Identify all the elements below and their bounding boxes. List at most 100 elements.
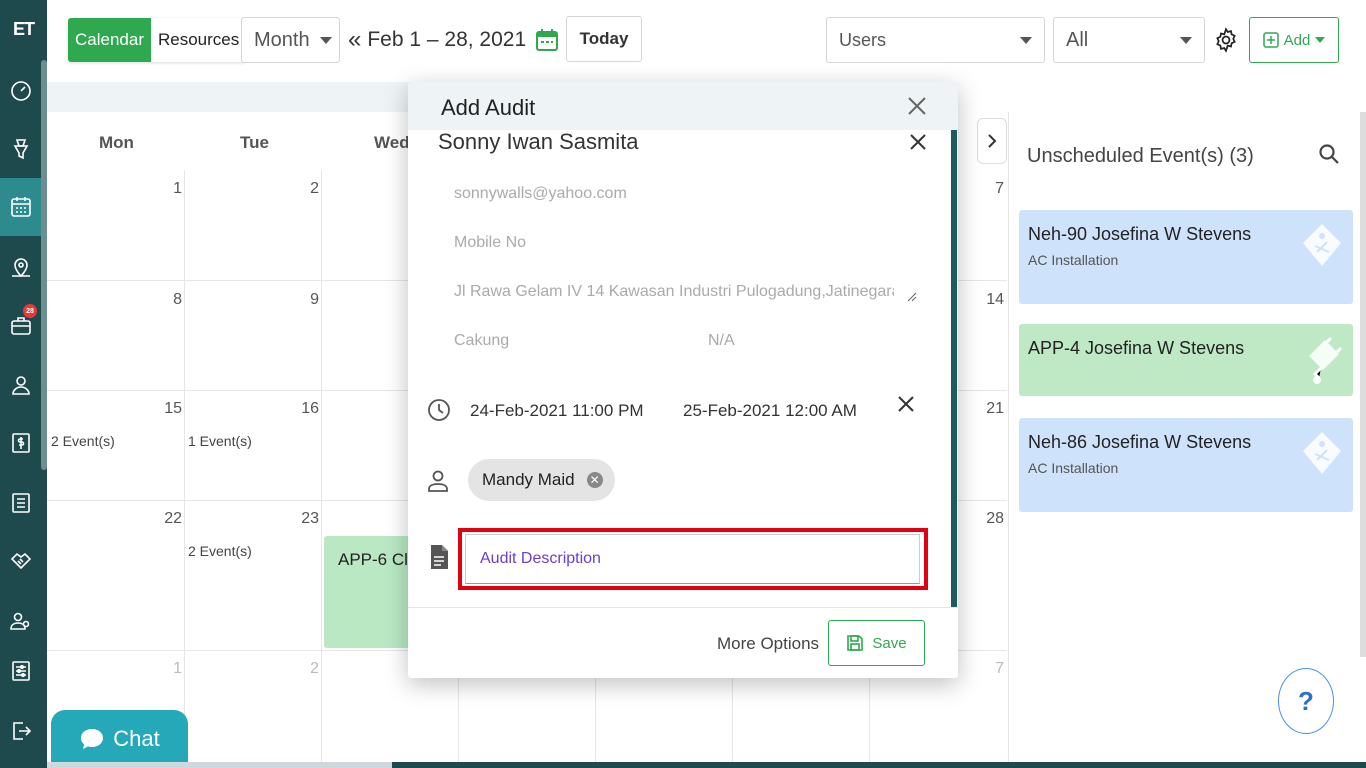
handshake-icon	[10, 552, 31, 570]
tag-icon	[1303, 224, 1341, 266]
horizontal-scrollbar-track	[47, 762, 392, 768]
save-button[interactable]: Save	[828, 620, 925, 666]
users-icon	[9, 612, 29, 630]
day-cell-number[interactable]: 8	[142, 291, 182, 309]
unscheduled-title: Unscheduled Event(s) (3)	[1027, 145, 1254, 167]
day-header-wed: Wed	[374, 133, 410, 152]
day-cell-number[interactable]: 21	[964, 400, 1004, 418]
card-title: APP-4 Josefina W Stevens	[1028, 338, 1245, 358]
user-icon	[11, 376, 30, 395]
remove-assignee-icon[interactable]: ✕	[586, 472, 603, 488]
day-cell-number[interactable]: 14	[964, 291, 1004, 309]
calendar-event[interactable]: APP-6 Cla	[324, 536, 414, 648]
list-icon	[11, 493, 30, 513]
chevron-right-icon	[988, 134, 997, 148]
app-logo[interactable]: ET	[0, 0, 47, 58]
day-cell-number[interactable]: 7	[964, 180, 1004, 198]
view-select[interactable]: Month	[241, 17, 340, 63]
day-cell-number[interactable]: 15	[142, 400, 182, 418]
day-cell-number[interactable]: 7	[964, 660, 1004, 678]
settings-nav[interactable]	[0, 642, 41, 700]
card-title: Neh-86 Josefina W Stevens	[1028, 432, 1252, 452]
audit-description-input[interactable]	[465, 534, 920, 584]
day-cell-number[interactable]: 9	[279, 291, 319, 309]
collapse-panel-button[interactable]	[977, 118, 1007, 164]
view-select-value: Month	[254, 28, 310, 51]
partners-nav[interactable]	[0, 532, 41, 590]
day-cell-number[interactable]: 2	[279, 180, 319, 198]
map-nav[interactable]	[0, 238, 41, 296]
users-select-value: Users	[839, 29, 887, 50]
date-range-label: Feb 1 – 28, 2021	[367, 28, 527, 51]
modal-scrollbar[interactable]	[951, 130, 957, 608]
add-button[interactable]: Add	[1249, 17, 1339, 63]
day-header-mon: Mon	[99, 133, 134, 152]
grid-divider	[321, 170, 322, 768]
unscheduled-card[interactable]: APP-4 Josefina W Stevens	[1019, 324, 1353, 396]
customer-email[interactable]: sonnywalls@yahoo.com	[454, 185, 627, 203]
plug-icon	[1309, 336, 1343, 384]
funnel-icon	[13, 139, 28, 160]
users-select[interactable]: Users	[826, 17, 1045, 63]
customers-nav[interactable]	[0, 356, 41, 414]
clear-datetime-icon[interactable]	[896, 394, 916, 414]
day-cell-number[interactable]: 2	[279, 660, 319, 678]
view-tabs: Calendar Resources	[68, 18, 247, 62]
day-cell-number[interactable]: 1	[142, 660, 182, 678]
start-datetime[interactable]: 24-Feb-2021 11:00 PM	[470, 401, 644, 421]
document-icon	[431, 545, 448, 569]
calendar-nav[interactable]	[0, 178, 41, 236]
dashboard-nav[interactable]	[0, 62, 41, 120]
plus-box-icon	[1262, 32, 1279, 48]
sidebar-scrollbar[interactable]	[41, 60, 47, 470]
day-cell-number[interactable]: 16	[279, 400, 319, 418]
tab-calendar[interactable]: Calendar	[68, 18, 151, 62]
event-count-link[interactable]: 2 Event(s)	[51, 433, 115, 449]
prev-range-button[interactable]: «	[348, 26, 361, 54]
more-options-link[interactable]: More Options	[717, 634, 819, 654]
assignee-chip[interactable]: Mandy Maid ✕	[468, 459, 615, 501]
jobs-nav[interactable]: 28	[0, 296, 41, 354]
unscheduled-card[interactable]: Neh-90 Josefina W Stevens AC Installatio…	[1019, 210, 1353, 304]
clear-customer-icon[interactable]	[909, 133, 927, 151]
logout-icon	[12, 722, 31, 740]
filter-select[interactable]: All	[1053, 17, 1205, 63]
date-picker-icon[interactable]	[536, 28, 559, 52]
billing-nav[interactable]	[0, 414, 41, 472]
chat-button[interactable]: Chat	[51, 710, 188, 768]
day-cell-number[interactable]: 28	[964, 510, 1004, 528]
customer-state[interactable]: N/A	[708, 332, 735, 350]
event-count-link[interactable]: 1 Event(s)	[188, 433, 252, 449]
dispatch-nav[interactable]	[0, 120, 41, 178]
day-cell-number[interactable]: 1	[142, 180, 182, 198]
today-button[interactable]: Today	[566, 16, 642, 62]
footer-divider	[408, 607, 958, 608]
help-button[interactable]: ?	[1278, 668, 1334, 734]
chevron-down-icon	[1180, 36, 1192, 44]
customer-city[interactable]: Cakung	[454, 332, 509, 350]
sliders-icon	[11, 661, 30, 681]
save-label: Save	[872, 634, 907, 652]
search-icon[interactable]	[1317, 142, 1341, 166]
day-cell-number[interactable]: 22	[142, 510, 182, 528]
floppy-disk-icon	[847, 635, 864, 651]
customer-mobile[interactable]: Mobile No	[454, 234, 526, 252]
unscheduled-card[interactable]: Neh-86 Josefina W Stevens AC Installatio…	[1019, 418, 1353, 512]
close-icon[interactable]	[906, 95, 928, 117]
notification-badge: 28	[23, 304, 37, 318]
customer-address[interactable]: Jl Rawa Gelam IV 14 Kawasan Industri Pul…	[454, 283, 894, 301]
card-subtitle: AC Installation	[1028, 252, 1119, 268]
reports-nav[interactable]	[0, 474, 41, 532]
event-count-link[interactable]: 2 Event(s)	[188, 543, 252, 559]
day-cell-number[interactable]: 23	[279, 510, 319, 528]
right-panel-scrollbar[interactable]	[1360, 112, 1366, 657]
chevron-down-icon	[1315, 37, 1326, 43]
horizontal-scrollbar[interactable]	[392, 762, 1366, 768]
end-datetime[interactable]: 25-Feb-2021 12:00 AM	[683, 401, 857, 421]
gear-icon[interactable]	[1213, 27, 1239, 53]
add-audit-modal: Add Audit Sonny Iwan Sasmita sonnywalls@…	[408, 82, 958, 678]
resize-grip-icon[interactable]	[907, 292, 917, 302]
tab-resources[interactable]: Resources	[151, 18, 247, 62]
person-icon	[428, 470, 448, 492]
logout-nav[interactable]	[0, 702, 41, 760]
